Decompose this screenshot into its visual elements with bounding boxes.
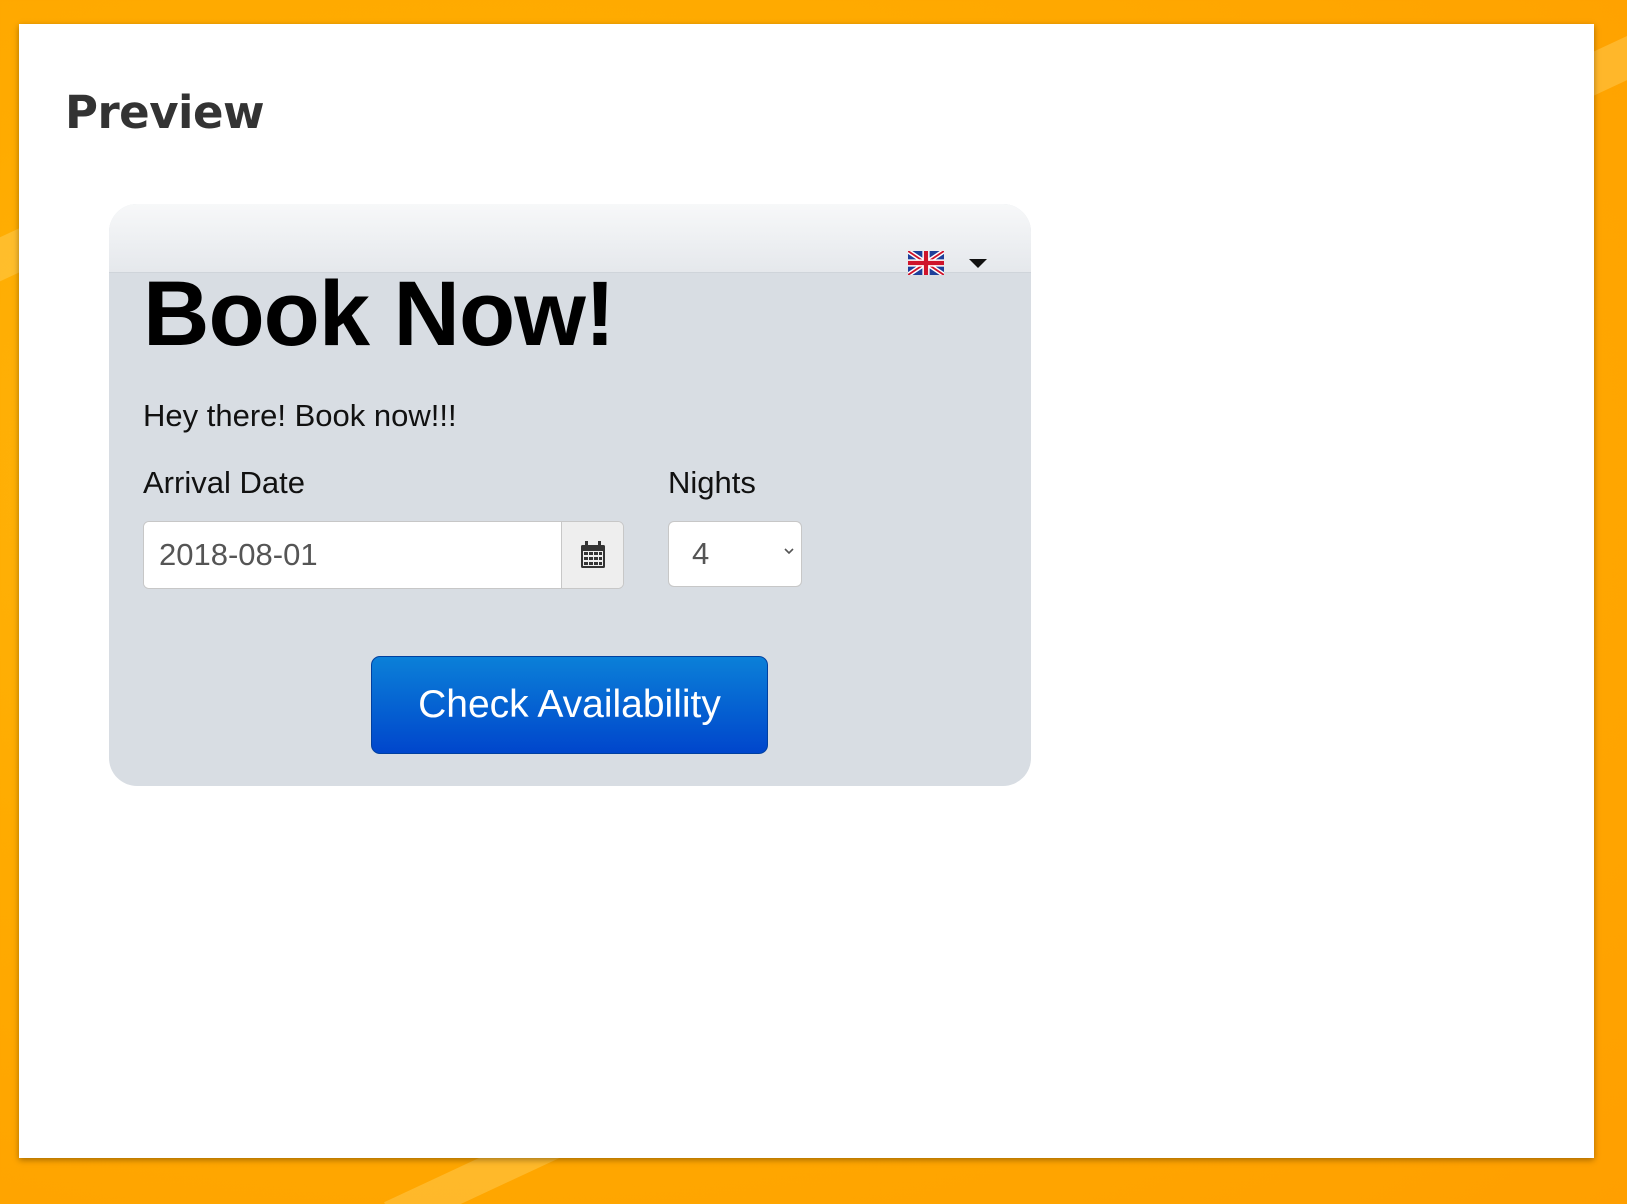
nights-selected-value: 4 — [692, 536, 710, 571]
nights-label: Nights — [668, 465, 756, 500]
preview-panel: Preview Book Now! Hey there! Book now!!!… — [19, 24, 1594, 1158]
calendar-button[interactable] — [561, 522, 623, 588]
arrival-date-input[interactable] — [144, 522, 561, 588]
language-selector[interactable] — [908, 251, 987, 275]
booking-widget: Book Now! Hey there! Book now!!! Arrival… — [109, 204, 1031, 786]
arrival-date-group — [143, 521, 624, 589]
uk-flag-icon — [908, 251, 944, 275]
widget-subtitle: Hey there! Book now!!! — [143, 398, 457, 433]
page-title: Preview — [65, 86, 265, 139]
arrival-date-label: Arrival Date — [143, 465, 305, 500]
widget-title: Book Now! — [143, 263, 615, 365]
caret-down-icon — [969, 258, 987, 268]
check-availability-button[interactable]: Check Availability — [371, 656, 768, 754]
calendar-icon — [580, 541, 605, 568]
nights-select[interactable]: 4 — [668, 521, 802, 587]
chevron-down-icon — [784, 548, 794, 555]
